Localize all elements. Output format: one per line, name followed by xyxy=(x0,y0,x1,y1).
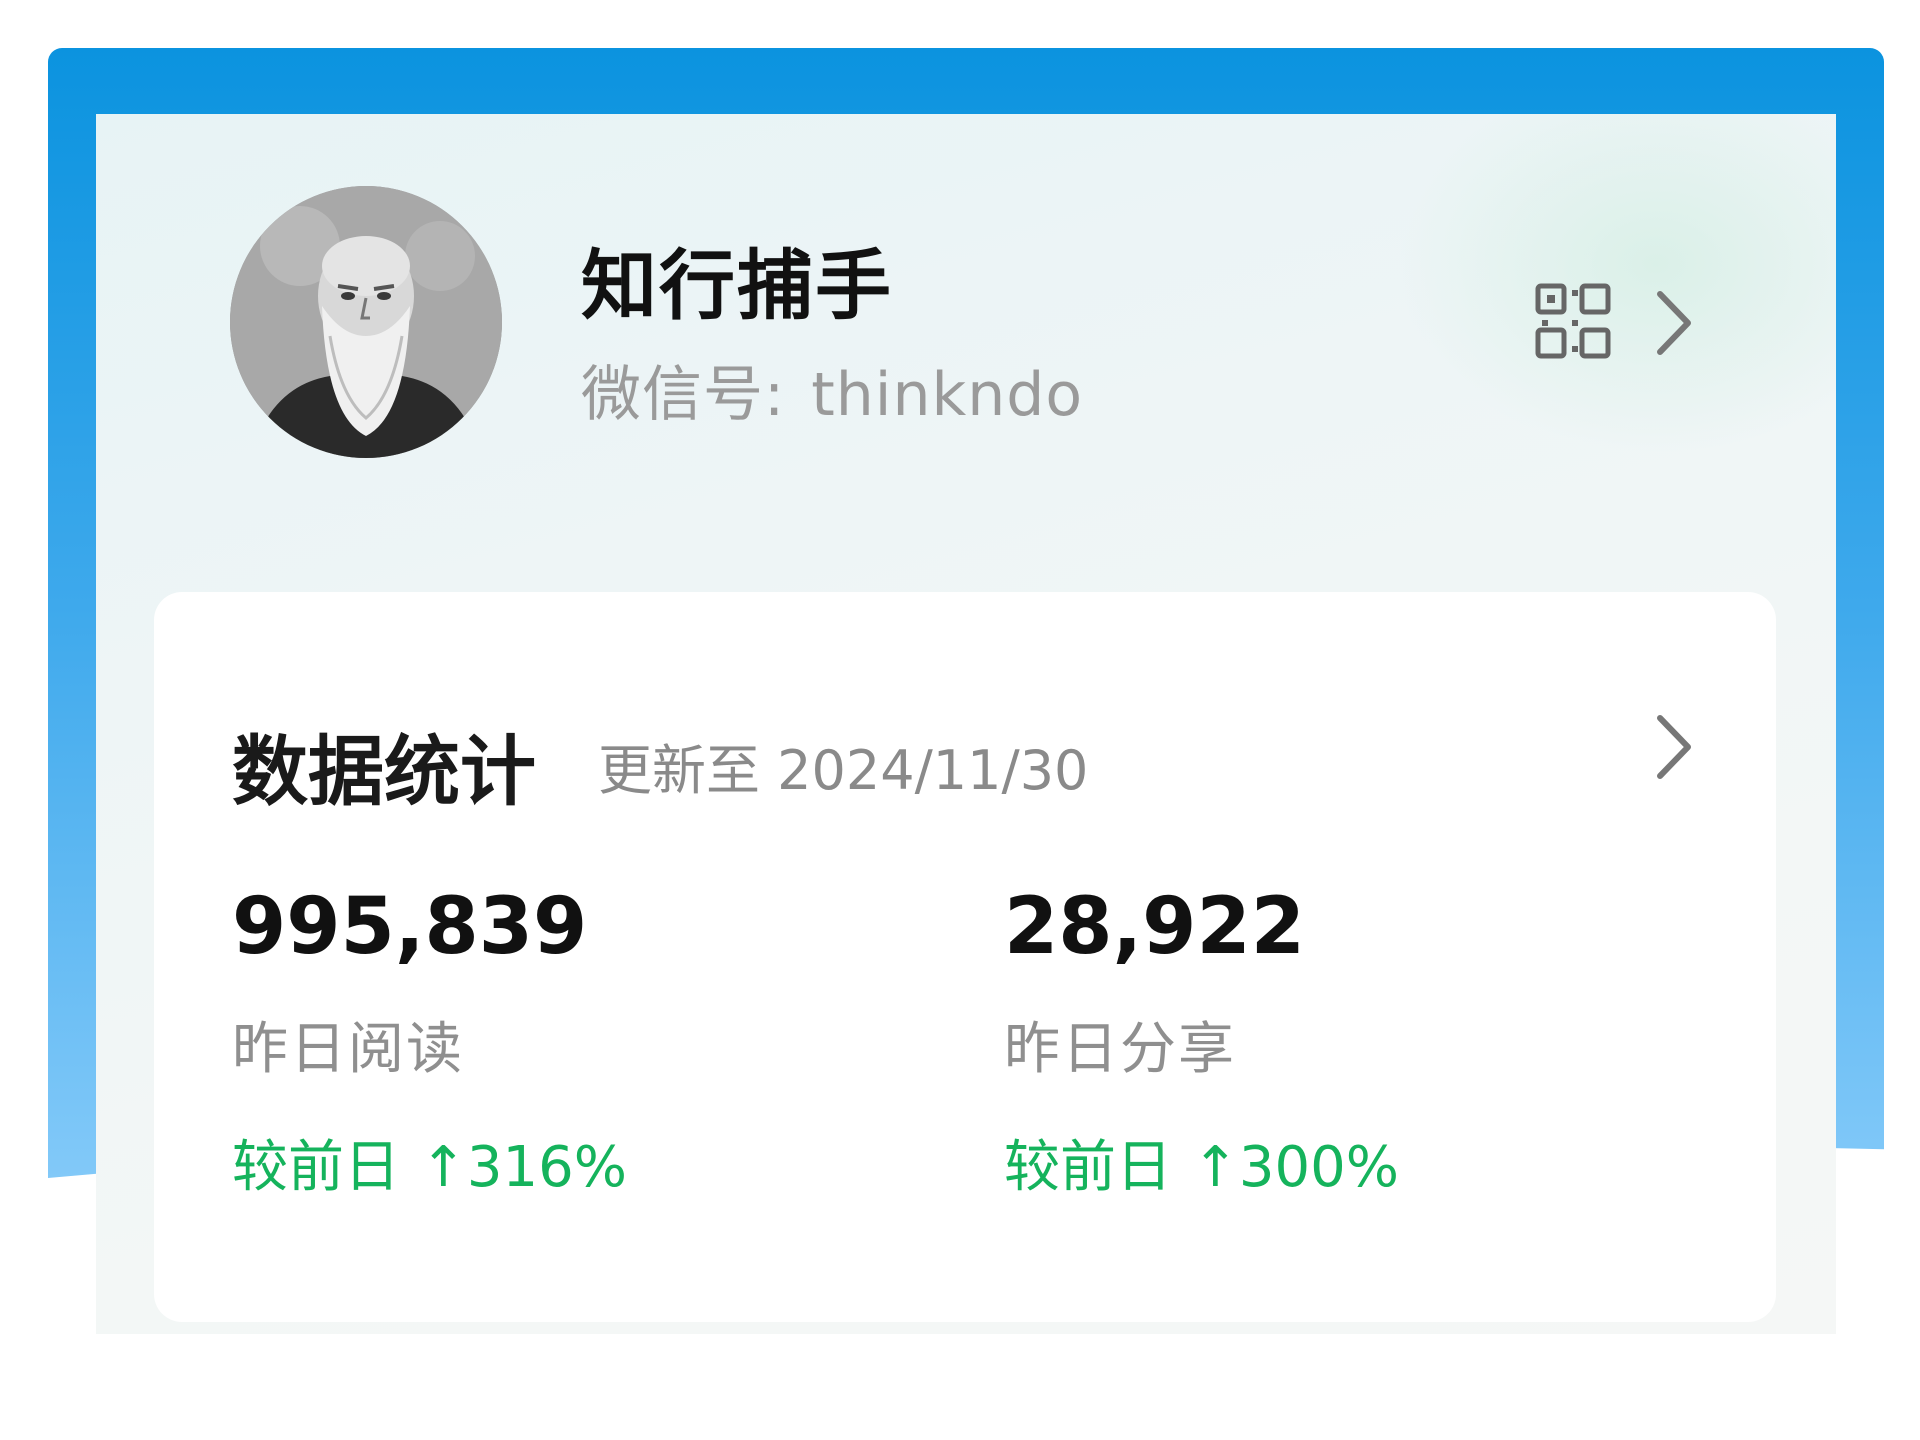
shares-change-value: ↑300% xyxy=(1192,1135,1400,1200)
wechat-id-label: 微信号: xyxy=(581,360,786,430)
panel-glow xyxy=(1396,114,1836,454)
stats-title: 数据统计 xyxy=(232,727,536,816)
reads-change: 较前日 ↑316% xyxy=(232,1122,627,1203)
shares-label: 昨日分享 xyxy=(1004,1017,1236,1082)
avatar-portrait xyxy=(230,186,502,458)
wechat-id-value: thinkndo xyxy=(811,360,1084,430)
stats-updated-date: 更新至 2024/11/30 xyxy=(598,739,1089,802)
qr-code-icon[interactable] xyxy=(1534,282,1612,360)
wechat-id-row: 微信号: thinkndo xyxy=(581,346,1083,433)
chevron-right-icon[interactable] xyxy=(1652,712,1696,782)
shares-value: 28,922 xyxy=(1004,882,1305,972)
chevron-right-icon[interactable] xyxy=(1652,288,1696,358)
stats-card[interactable]: 数据统计 更新至 2024/11/30 995,839 昨日阅读 较前日 ↑316… xyxy=(154,592,1776,1322)
reads-change-value: ↑316% xyxy=(420,1135,628,1200)
shares-change: 较前日 ↑300% xyxy=(1004,1122,1399,1203)
account-name: 知行捕手 xyxy=(581,241,893,330)
avatar[interactable] xyxy=(230,186,502,458)
reads-value: 995,839 xyxy=(232,882,588,972)
shares-change-prefix: 较前日 xyxy=(1004,1135,1172,1200)
reads-label: 昨日阅读 xyxy=(232,1017,464,1082)
reads-change-prefix: 较前日 xyxy=(232,1135,400,1200)
account-panel: 知行捕手 微信号: thinkndo 数据统计 更新至 2024/11/30 99… xyxy=(96,114,1836,1334)
